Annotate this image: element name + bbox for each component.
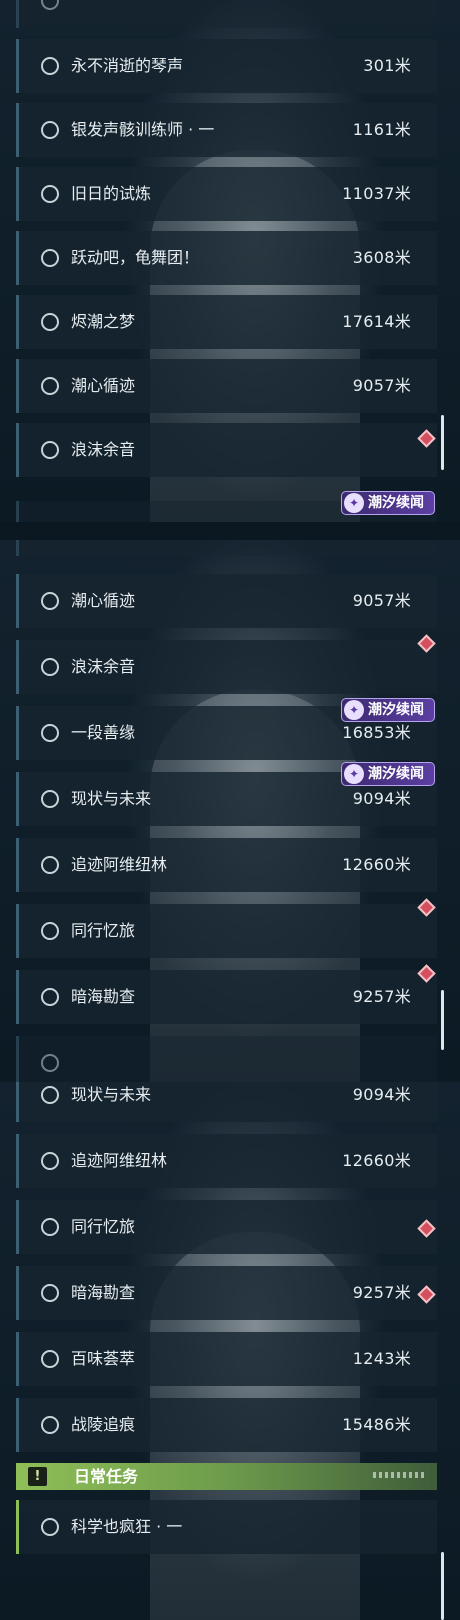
quest-name: 一段善缘 [71, 723, 136, 742]
status-circle-icon [41, 249, 59, 267]
quest-name: 浪沫余音 [71, 440, 136, 459]
status-circle-icon [41, 1518, 59, 1536]
quest-row[interactable]: 追迹阿维纽林 12660米 [16, 1134, 437, 1188]
quest-row[interactable]: 百味荟萃 1243米 [16, 1332, 437, 1386]
quest-name: 现状与未来 [71, 1085, 152, 1104]
quest-distance: 3608米 [352, 248, 411, 267]
quest-name: 同行忆旅 [71, 1217, 136, 1236]
status-circle-icon [41, 1086, 59, 1104]
daily-tasks-header[interactable]: ! 日常任务 [16, 1463, 437, 1490]
quest-list-panel-2: 潮心循迹 9057米 浪沫余音 一段善缘 16853米 现状与未来 9094米 … [0, 540, 460, 1082]
tag-label: 潮汐续闻 [368, 766, 424, 782]
scrollbar-thumb[interactable] [441, 1552, 444, 1620]
quest-row[interactable]: 潮心循迹 9057米 [16, 359, 437, 413]
quest-name: 现状与未来 [71, 789, 152, 808]
status-circle-icon [41, 658, 59, 676]
section-title: 日常任务 [74, 1467, 139, 1486]
status-circle-icon [41, 592, 59, 610]
decorative-stripes [373, 1472, 427, 1478]
tag-label: 潮汐续闻 [368, 702, 424, 718]
quest-distance: 15486米 [342, 1415, 411, 1434]
status-circle-icon [41, 1054, 59, 1072]
status-circle-icon [41, 988, 59, 1006]
quest-row[interactable]: 浪沫余音 [16, 423, 437, 477]
quest-distance: 12660米 [342, 1151, 411, 1170]
quest-distance: 9094米 [352, 1085, 411, 1104]
quest-name: 战陵追痕 [71, 1415, 136, 1434]
quest-row[interactable]: 同行忆旅 [16, 1200, 437, 1254]
status-circle-icon [41, 790, 59, 808]
tag-label: 潮汐续闻 [368, 495, 424, 511]
quest-distance: 9257米 [352, 1283, 411, 1302]
quest-row[interactable]: 永不消逝的琴声 301米 [16, 39, 437, 93]
quest-name: 银发声骸训练师 · 一 [71, 120, 215, 139]
quest-name: 百味荟萃 [71, 1349, 136, 1368]
quest-distance: 11037米 [342, 184, 411, 203]
quest-row[interactable]: 追迹阿维纽林 12660米 [16, 838, 437, 892]
status-circle-icon [41, 441, 59, 459]
tide-tag-badge: ✦ 潮汐续闻 [341, 698, 435, 722]
quest-name: 永不消逝的琴声 [71, 56, 184, 75]
tide-tag-badge: ✦ 潮汐续闻 [341, 491, 435, 515]
quest-name: 同行忆旅 [71, 921, 136, 940]
exclamation-icon: ! [28, 1467, 47, 1486]
quest-name: 旧日的试炼 [71, 184, 152, 203]
quest-list-panel-1: 永不消逝的琴声 301米 银发声骸训练师 · 一 1161米 旧日的试炼 110… [0, 0, 460, 522]
status-circle-icon [41, 121, 59, 139]
quest-distance: 9057米 [352, 591, 411, 610]
status-circle-icon [41, 313, 59, 331]
quest-distance: 17614米 [342, 312, 411, 331]
daily-quest-row[interactable]: 科学也疯狂 · 一 [16, 1500, 437, 1554]
quest-name: 浪沫余音 [71, 657, 136, 676]
tide-sparkle-icon: ✦ [344, 764, 364, 784]
tide-sparkle-icon: ✦ [344, 700, 364, 720]
quest-name: 暗海勘查 [71, 987, 136, 1006]
quest-row[interactable]: 旧日的试炼 11037米 [16, 167, 437, 221]
quest-name: 暗海勘查 [71, 1283, 136, 1302]
status-circle-icon [41, 57, 59, 75]
quest-distance: 9257米 [352, 987, 411, 1006]
quest-row[interactable]: 暗海勘查 9257米 [16, 1266, 437, 1320]
quest-row[interactable]: 银发声骸训练师 · 一 1161米 [16, 103, 437, 157]
quest-distance: 1161米 [352, 120, 411, 139]
tide-sparkle-icon: ✦ [344, 493, 364, 513]
scrollbar-thumb[interactable] [441, 415, 444, 470]
status-circle-icon [41, 185, 59, 203]
status-circle-icon [41, 922, 59, 940]
quest-distance: 1243米 [352, 1349, 411, 1368]
quest-row[interactable]: 浪沫余音 [16, 640, 437, 694]
quest-name: 烬潮之梦 [71, 312, 136, 331]
quest-row[interactable] [16, 1036, 437, 1082]
quest-row[interactable]: 暗海勘查 9257米 [16, 970, 437, 1024]
quest-name: 跃动吧，龟舞团！ [71, 248, 200, 267]
status-circle-icon [41, 1416, 59, 1434]
status-circle-icon [41, 1152, 59, 1170]
status-circle-icon [41, 1350, 59, 1368]
quest-row[interactable] [16, 0, 437, 28]
quest-row[interactable]: 战陵追痕 15486米 [16, 1398, 437, 1452]
quest-row[interactable]: 潮心循迹 9057米 [16, 574, 437, 628]
quest-name: 科学也疯狂 · 一 [71, 1517, 183, 1536]
scrollbar-thumb[interactable] [441, 990, 444, 1050]
quest-name: 潮心循迹 [71, 376, 136, 395]
quest-row[interactable]: 同行忆旅 [16, 904, 437, 958]
status-circle-icon [41, 724, 59, 742]
quest-row[interactable]: 现状与未来 9094米 [16, 1082, 437, 1122]
quest-list-panel-3: 现状与未来 9094米 追迹阿维纽林 12660米 同行忆旅 暗海勘查 9257… [0, 1082, 460, 1620]
status-circle-icon [41, 1284, 59, 1302]
quest-row[interactable]: 跃动吧，龟舞团！ 3608米 [16, 231, 437, 285]
quest-distance: 301米 [363, 56, 411, 75]
status-circle-icon [41, 1218, 59, 1236]
status-circle-icon [41, 0, 59, 10]
status-circle-icon [41, 377, 59, 395]
quest-name: 追迹阿维纽林 [71, 855, 168, 874]
quest-name: 追迹阿维纽林 [71, 1151, 168, 1170]
quest-distance: 9057米 [352, 376, 411, 395]
tide-tag-badge: ✦ 潮汐续闻 [341, 762, 435, 786]
status-circle-icon [41, 856, 59, 874]
quest-name: 潮心循迹 [71, 591, 136, 610]
quest-row[interactable]: 烬潮之梦 17614米 [16, 295, 437, 349]
quest-row[interactable] [16, 540, 437, 556]
quest-distance: 12660米 [342, 855, 411, 874]
